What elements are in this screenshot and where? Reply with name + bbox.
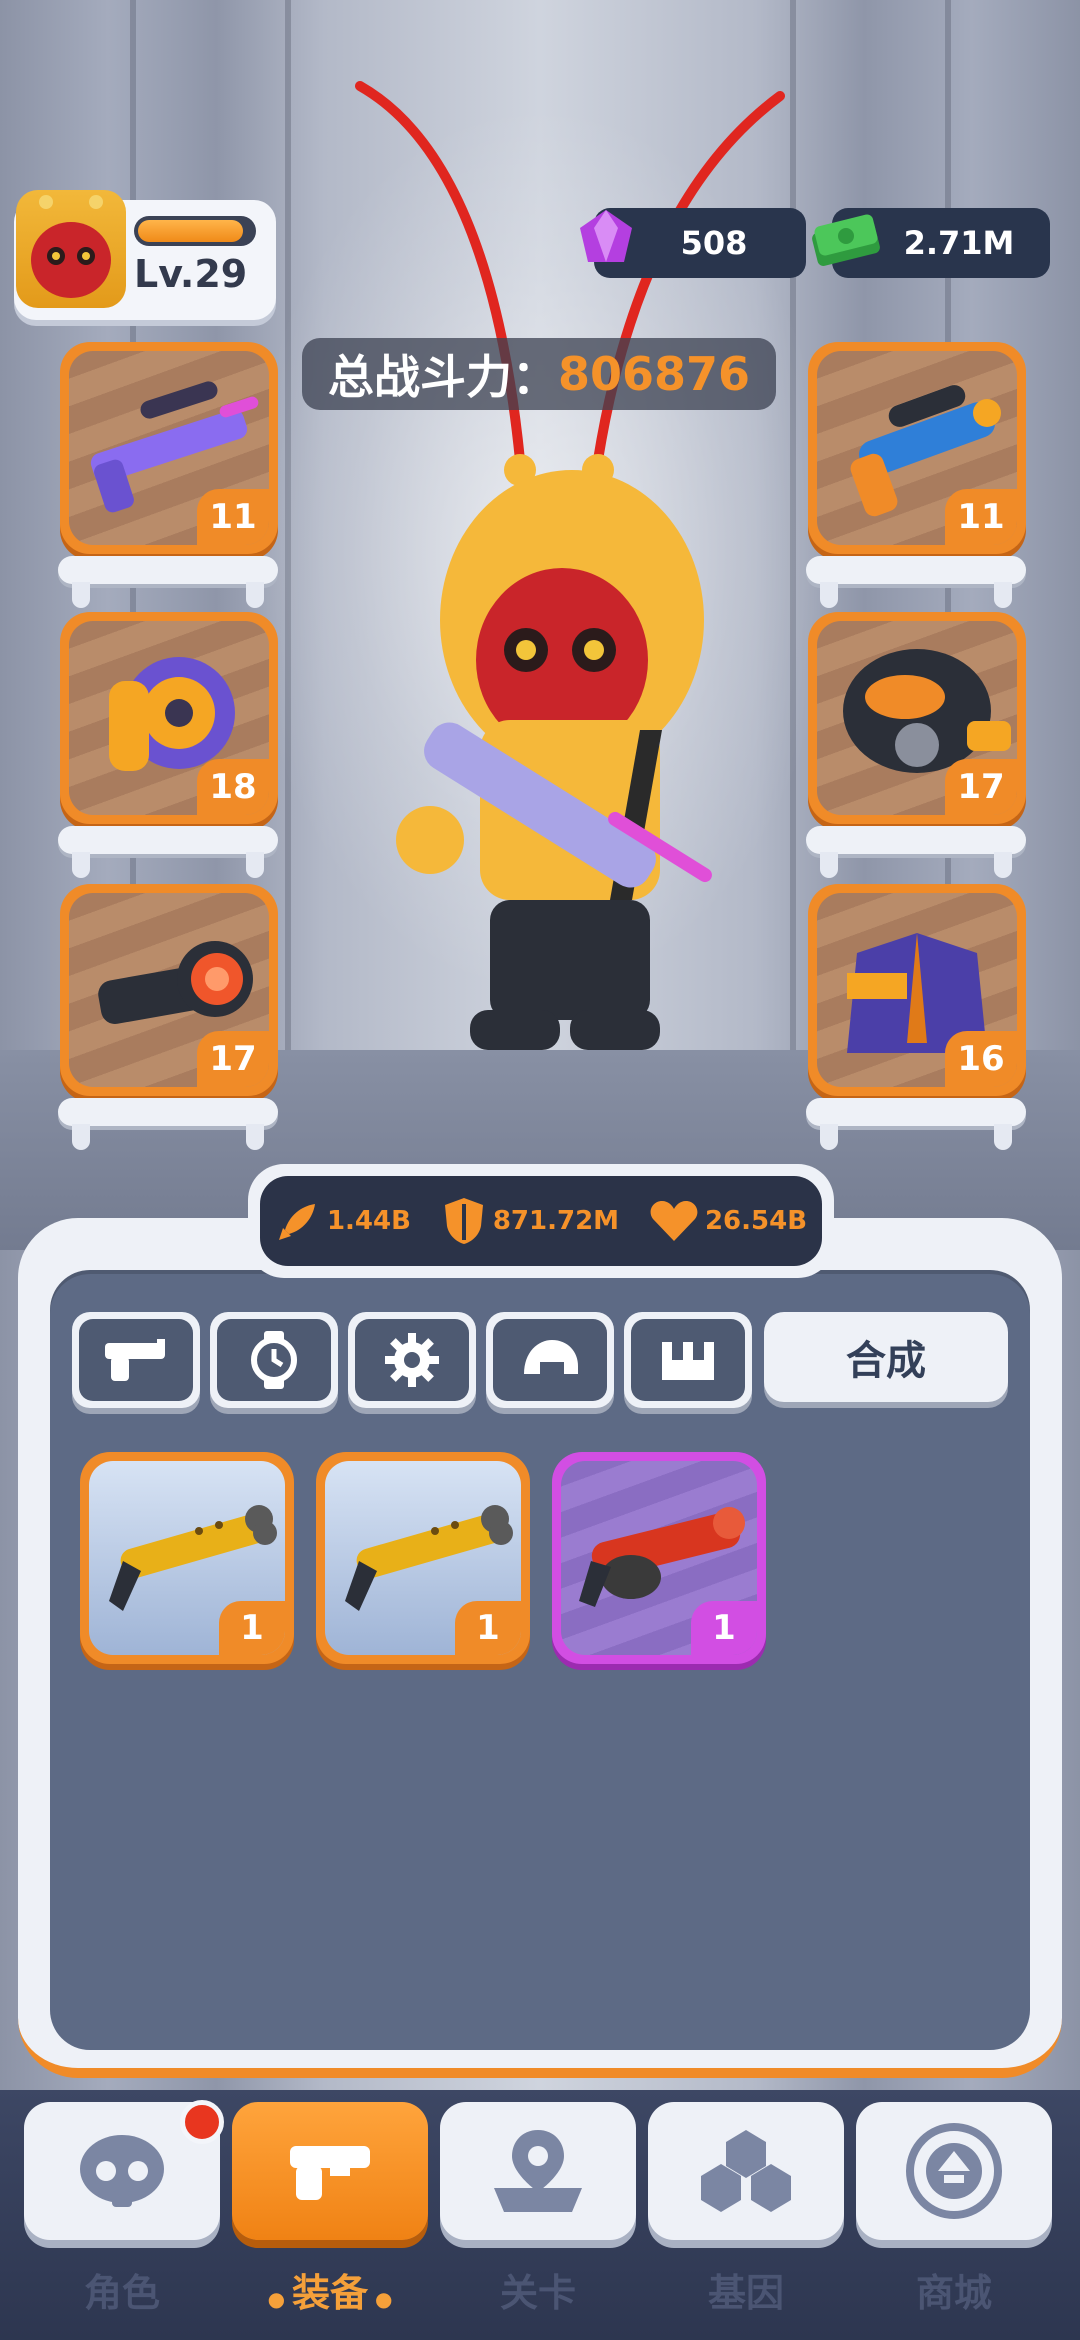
- inventory-item[interactable]: 1: [80, 1452, 294, 1664]
- tab-helmet[interactable]: [486, 1312, 614, 1408]
- shield-icon: [444, 1198, 483, 1244]
- player-avatar[interactable]: [16, 190, 126, 308]
- power-value: 806876: [557, 347, 751, 401]
- armor-icon: [662, 1342, 714, 1380]
- total-power: 总战斗力： 806876: [302, 338, 776, 410]
- equip-level: 17: [197, 1031, 269, 1087]
- health-stat: 26.54B: [649, 1199, 807, 1243]
- attack-stat: 1.44B: [275, 1198, 411, 1244]
- item-count: 1: [455, 1601, 521, 1655]
- helmet-icon: [524, 1340, 578, 1374]
- equip-slot-sniper-rifle[interactable]: 11: [60, 342, 278, 554]
- inventory-item[interactable]: 1: [552, 1452, 766, 1664]
- gem-count: 508: [680, 224, 748, 262]
- defense-stat: 871.72M: [441, 1196, 619, 1246]
- equip-level: 17: [945, 759, 1017, 815]
- gun-icon: [290, 2146, 370, 2200]
- cash-icon: [812, 214, 880, 266]
- shelf: [806, 556, 1026, 608]
- nav-stage-label: 关卡: [499, 2271, 576, 2315]
- equip-level: 16: [945, 1031, 1017, 1087]
- nav-gene-button[interactable]: [648, 2102, 844, 2240]
- nav-shop-label: 商城: [915, 2271, 992, 2315]
- equip-slot-shield-gear[interactable]: 18: [60, 612, 278, 824]
- rocket-icon: [278, 1204, 315, 1240]
- hexagon-icon: [701, 2130, 791, 2212]
- equip-level: 11: [945, 489, 1017, 545]
- shelf: [58, 826, 278, 878]
- nav-shop-button[interactable]: [856, 2102, 1052, 2240]
- nav-equip-label: ● 装备 ●: [267, 2271, 393, 2315]
- avatar-icon: [31, 195, 111, 298]
- equip-level: 18: [197, 759, 269, 815]
- shop-icon: [906, 2123, 1002, 2219]
- nav-stage-button[interactable]: [440, 2102, 636, 2240]
- skull-icon: [80, 2135, 164, 2207]
- tab-watch[interactable]: [210, 1312, 338, 1408]
- merge-button[interactable]: 合成: [764, 1312, 1008, 1402]
- nav-equip-button[interactable]: [232, 2102, 428, 2240]
- stats-bar: 1.44B 871.72M 26.54B: [248, 1164, 834, 1278]
- item-count: 1: [219, 1601, 285, 1655]
- equip-level: 11: [197, 489, 269, 545]
- inventory-item[interactable]: 1: [316, 1452, 530, 1664]
- notification-badge: [180, 2100, 224, 2144]
- shelf: [58, 556, 278, 608]
- heart-icon: [650, 1201, 698, 1241]
- player-level: Lv.29: [134, 252, 248, 296]
- watch-icon: [251, 1331, 297, 1389]
- nav-gene-label: 基因: [707, 2271, 784, 2315]
- gem-icon: [580, 210, 632, 262]
- shelf: [58, 1098, 278, 1150]
- map-pin-icon: [494, 2130, 582, 2212]
- tab-weapon[interactable]: [72, 1312, 200, 1408]
- tab-armor[interactable]: [624, 1312, 752, 1408]
- tab-gear[interactable]: [348, 1312, 476, 1408]
- defense-value: 871.72M: [492, 1206, 620, 1236]
- gun-icon: [105, 1339, 165, 1381]
- gear-icon: [385, 1333, 439, 1387]
- nav-equip-text: 装备: [291, 2271, 368, 2315]
- shelf: [806, 1098, 1026, 1150]
- nav-role-label: 角色: [83, 2271, 160, 2315]
- equip-slot-blaster-pistol[interactable]: 11: [808, 342, 1026, 554]
- health-value: 26.54B: [704, 1206, 808, 1236]
- equip-slot-gas-mask[interactable]: 17: [808, 612, 1026, 824]
- shelf: [806, 826, 1026, 878]
- item-count: 1: [691, 1601, 757, 1655]
- equip-slot-scope[interactable]: 17: [60, 884, 278, 1096]
- attack-value: 1.44B: [326, 1206, 411, 1236]
- power-label: 总战斗力：: [327, 350, 558, 404]
- xp-bar: [134, 216, 256, 246]
- cash-count: 2.71M: [903, 224, 1015, 262]
- equip-slot-jacket[interactable]: 16: [808, 884, 1026, 1096]
